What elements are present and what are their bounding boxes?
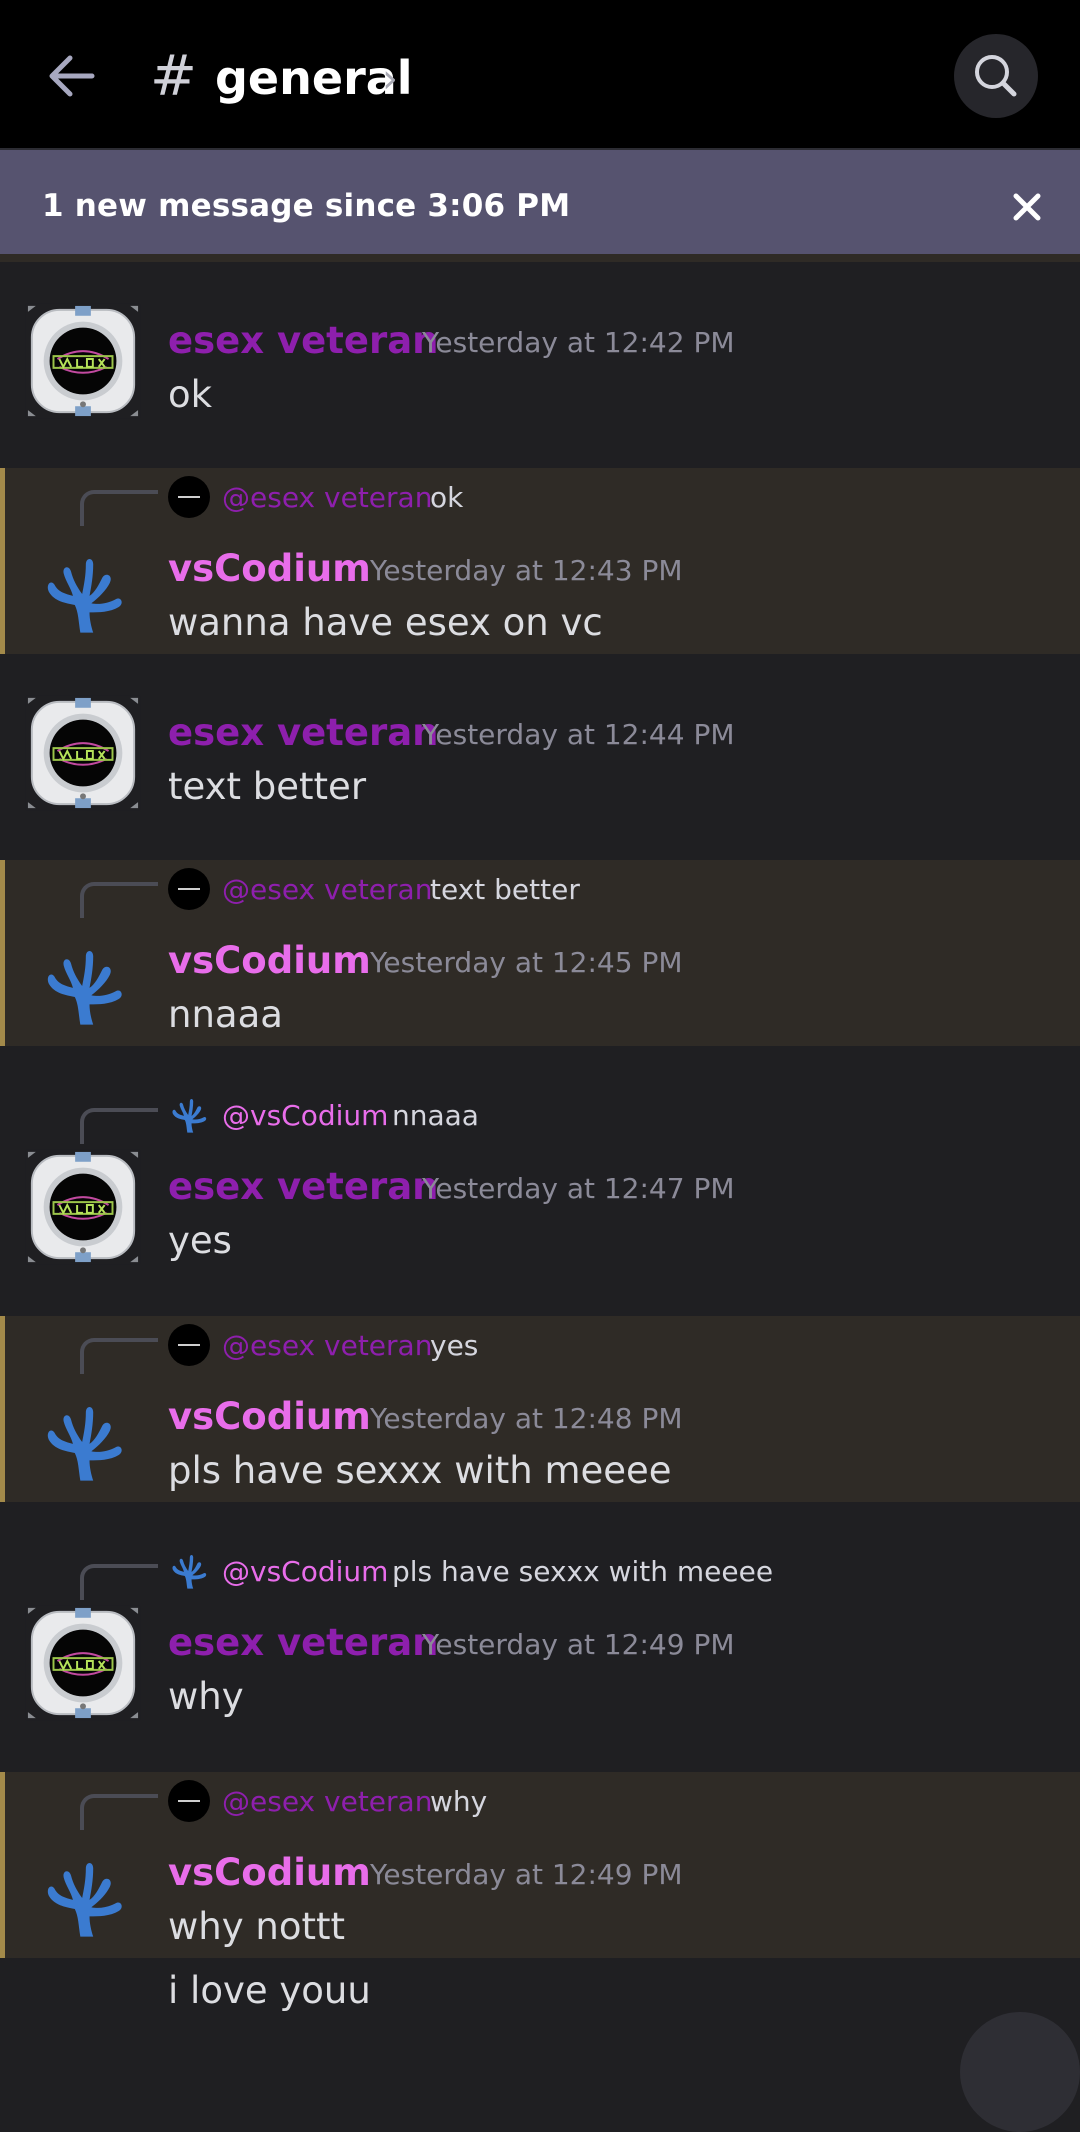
message-content: pls have sexxx with meeee [168, 1449, 672, 1492]
message[interactable]: @vsCodium nnaaa esex veteran Yesterday a… [0, 1046, 1080, 1316]
message-timestamp: Yesterday at 12:45 PM [370, 946, 683, 979]
message[interactable]: @esex veteran text better vsCodium Yeste… [0, 860, 1080, 1046]
reply-connector [80, 1108, 158, 1144]
message-timestamp: Yesterday at 12:42 PM [422, 326, 735, 359]
coral-logo-avatar[interactable] [38, 548, 130, 640]
new-messages-text: 1 new message since 3:06 PM [42, 188, 571, 224]
reply-text: yes [430, 1329, 479, 1362]
message-content: i love youu [168, 1969, 371, 2012]
portal-ring-avatar [168, 1324, 210, 1366]
reply-preview[interactable]: @vsCodium nnaaa [168, 1094, 1068, 1138]
search-icon [975, 55, 1017, 97]
reply-preview[interactable]: @esex veteran yes [168, 1324, 1068, 1368]
reply-text: nnaaa [392, 1099, 479, 1132]
message-content: nnaaa [168, 993, 283, 1036]
reply-text: text better [430, 873, 580, 906]
message-author[interactable]: esex veteran [168, 318, 439, 364]
message-content: why [168, 1675, 244, 1718]
reply-connector [80, 1564, 158, 1600]
coral-logo-avatar[interactable] [38, 1852, 130, 1944]
new-messages-banner[interactable]: 1 new message since 3:06 PM [0, 150, 1080, 254]
message[interactable]: @vsCodium pls have sexxx with meeee esex… [0, 1502, 1080, 1772]
reply-user[interactable]: @esex veteran [222, 476, 432, 520]
message-timestamp: Yesterday at 12:49 PM [422, 1628, 735, 1661]
reply-user[interactable]: @esex veteran [222, 1780, 432, 1824]
message-content: yes [168, 1219, 232, 1262]
reply-connector [80, 882, 158, 918]
portal-ring-avatar [168, 476, 210, 518]
message-content: why nottt [168, 1905, 345, 1948]
message[interactable]: @esex veteran why vsCodium Yesterday at … [0, 1772, 1080, 1958]
message[interactable]: esex veteran Yesterday at 12:42 PM ok [0, 262, 1080, 468]
close-banner-button[interactable] [1008, 188, 1046, 226]
reply-user[interactable]: @vsCodium [222, 1550, 388, 1594]
message-timestamp: Yesterday at 12:43 PM [370, 554, 683, 587]
coral-logo-avatar[interactable] [38, 940, 130, 1032]
portal-ring-avatar[interactable] [24, 1148, 142, 1266]
portal-ring-avatar[interactable] [24, 302, 142, 420]
portal-ring-avatar[interactable] [24, 694, 142, 812]
reply-user[interactable]: @esex veteran [222, 868, 432, 912]
message-author[interactable]: esex veteran [168, 710, 439, 756]
message-timestamp: Yesterday at 12:44 PM [422, 718, 735, 751]
message-author[interactable]: vsCodium [168, 1394, 371, 1440]
reply-preview[interactable]: @vsCodium pls have sexxx with meeee [168, 1550, 1068, 1594]
message[interactable]: @esex veteran yes vsCodium Yesterday at … [0, 1316, 1080, 1502]
reply-text: ok [430, 481, 464, 514]
chevron-right-icon[interactable]: › [382, 54, 398, 104]
message-author[interactable]: vsCodium [168, 546, 371, 592]
message-timestamp: Yesterday at 12:47 PM [422, 1172, 735, 1205]
reply-text: pls have sexxx with meeee [392, 1555, 774, 1588]
message-timestamp: Yesterday at 12:49 PM [370, 1858, 683, 1891]
portal-ring-avatar[interactable] [24, 1604, 142, 1722]
close-icon [1013, 193, 1041, 221]
reply-preview[interactable]: @esex veteran why [168, 1780, 1068, 1824]
reply-preview[interactable]: @esex veteran ok [168, 476, 1068, 520]
reply-connector [80, 1338, 158, 1374]
coral-logo-avatar [168, 1094, 210, 1136]
reply-connector [80, 1794, 158, 1830]
reply-user[interactable]: @esex veteran [222, 1324, 432, 1368]
reply-text: why [430, 1785, 488, 1818]
portal-ring-avatar [168, 868, 210, 910]
message-author[interactable]: esex veteran [168, 1164, 439, 1210]
reply-user[interactable]: @vsCodium [222, 1094, 388, 1138]
message[interactable]: @esex veteran ok vsCodium Yesterday at 1… [0, 468, 1080, 654]
arrow-left-icon [49, 55, 95, 97]
channel-hash-icon: # [150, 44, 197, 109]
message-content: text better [168, 765, 367, 808]
reply-preview[interactable]: @esex veteran text better [168, 868, 1068, 912]
message-content: wanna have esex on vc [168, 601, 603, 644]
coral-logo-avatar [168, 1550, 210, 1592]
banner-divider [0, 254, 1080, 262]
search-button[interactable] [954, 34, 1038, 118]
message[interactable]: esex veteran Yesterday at 12:44 PM text … [0, 654, 1080, 860]
message-author[interactable]: vsCodium [168, 1850, 371, 1896]
message-followup[interactable]: i love youu [0, 1958, 1080, 2033]
jump-to-present-button[interactable] [960, 2012, 1080, 2132]
message-timestamp: Yesterday at 12:48 PM [370, 1402, 683, 1435]
message-author[interactable]: vsCodium [168, 938, 371, 984]
coral-logo-avatar[interactable] [38, 1396, 130, 1488]
channel-header: # general › [0, 0, 1080, 150]
reply-connector [80, 490, 158, 526]
back-button[interactable] [44, 46, 104, 106]
message-author[interactable]: esex veteran [168, 1620, 439, 1666]
message-content: ok [168, 373, 213, 416]
portal-ring-avatar [168, 1780, 210, 1822]
